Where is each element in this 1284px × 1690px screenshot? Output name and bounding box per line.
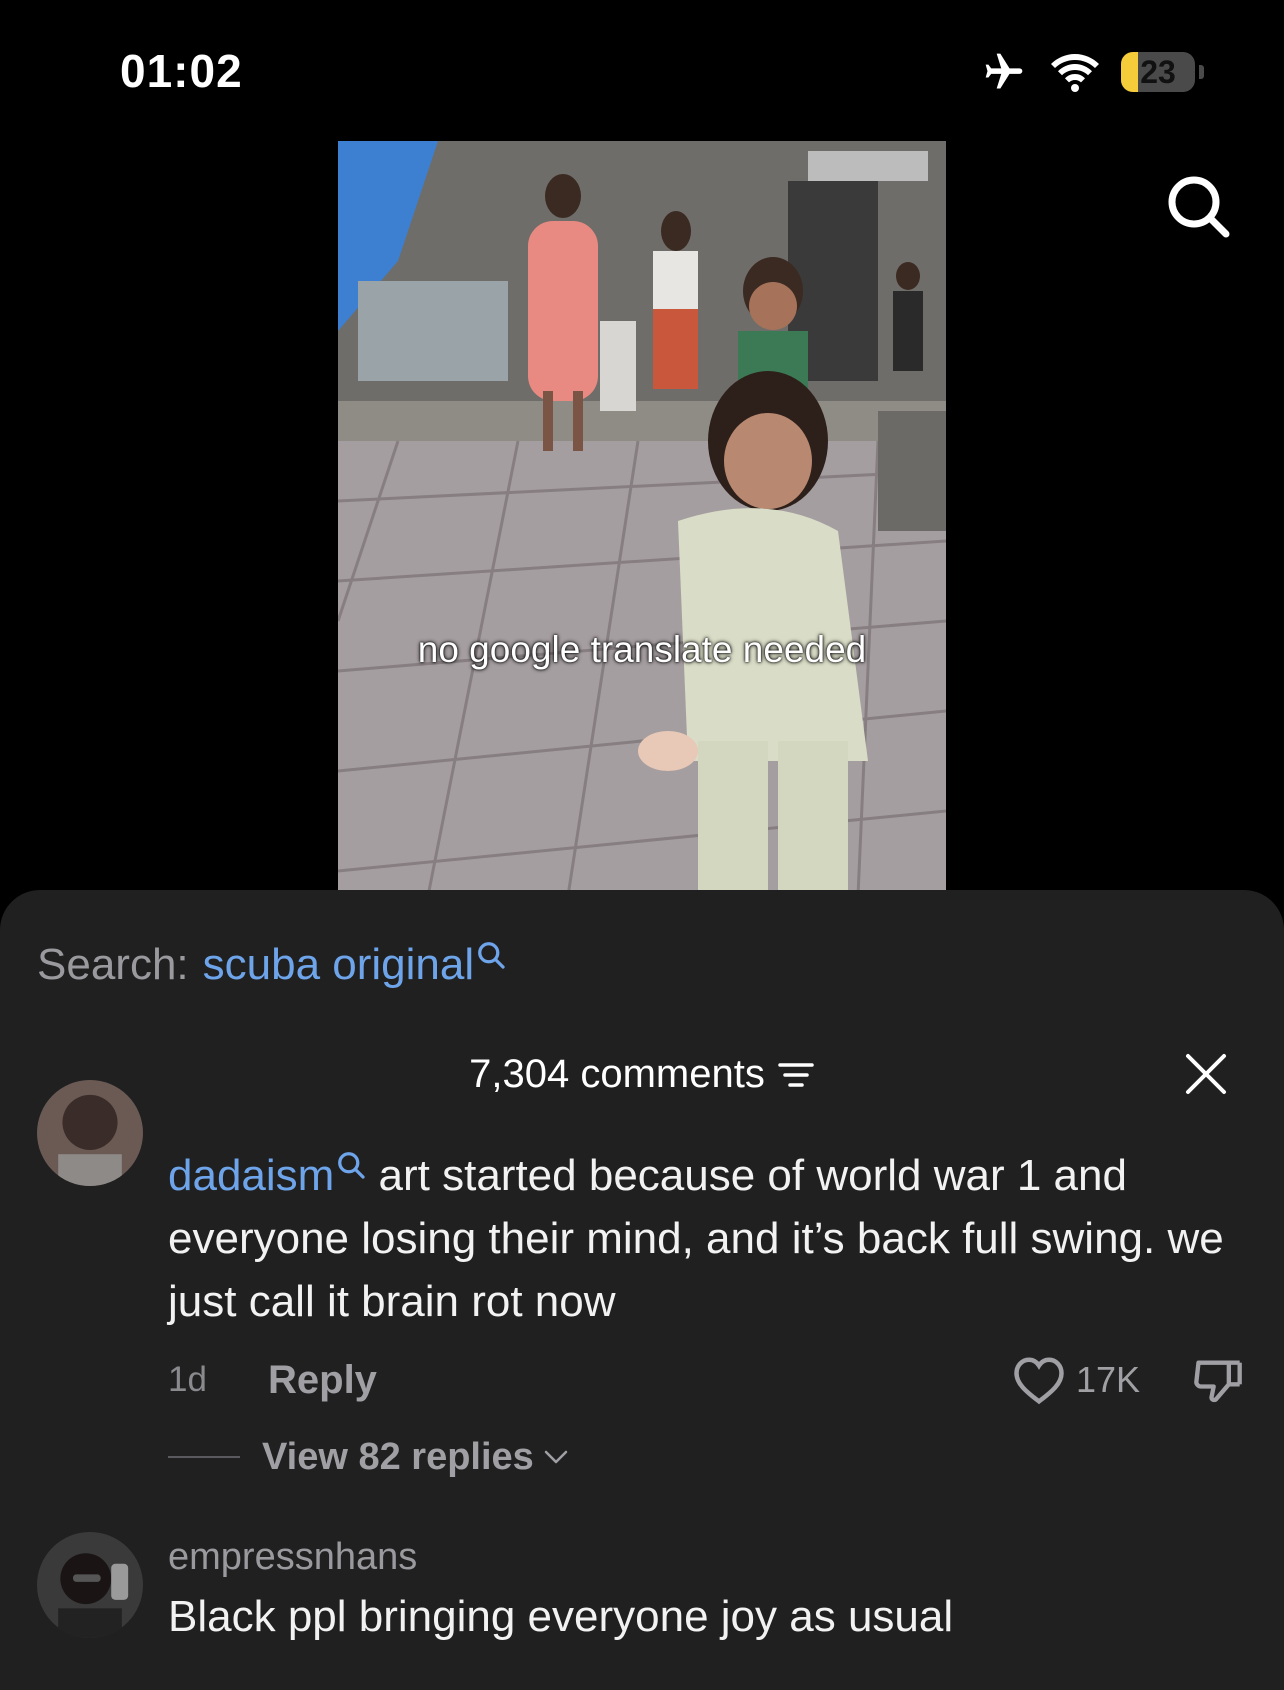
comment-username[interactable]: empressnhans	[168, 1536, 1254, 1579]
comment-text-block: dadaism art started because of world war…	[168, 1144, 1254, 1333]
comments-sheet: Search: scuba original 7,304 comments da…	[0, 890, 1284, 1690]
wifi-icon	[1051, 54, 1099, 92]
filter-icon[interactable]	[777, 1059, 815, 1091]
avatar[interactable]	[37, 1080, 143, 1186]
video-caption: no google translate needed	[417, 629, 867, 670]
avatar-image	[37, 1532, 143, 1638]
status-icons: 23	[979, 50, 1204, 94]
battery-level: 23	[1140, 53, 1176, 90]
search-query-link[interactable]: scuba original	[203, 940, 475, 990]
search-icon[interactable]	[1164, 172, 1232, 240]
like-count: 17K	[1076, 1359, 1141, 1400]
heart-icon[interactable]	[1012, 1355, 1066, 1405]
comment-username: dadaism	[168, 1151, 335, 1200]
airplane-icon	[985, 53, 1023, 89]
video-frame	[338, 141, 946, 896]
close-icon[interactable]	[1184, 1052, 1228, 1096]
battery-icon: 23	[1121, 52, 1195, 92]
comment-reactions: 17K	[1012, 1354, 1244, 1406]
search-label: Search:	[37, 940, 189, 989]
view-replies-button[interactable]: View 82 replies	[168, 1432, 570, 1482]
comment-username-link[interactable]: dadaism	[168, 1151, 366, 1200]
comment-time: 1d	[168, 1360, 207, 1399]
comment-text: Black ppl bringing everyone joy as usual	[168, 1592, 954, 1641]
status-time: 01:02	[120, 45, 243, 97]
comment-actions: 1d Reply 17K	[168, 1352, 1244, 1408]
avatar-image	[37, 1080, 143, 1186]
search-suggestion[interactable]: Search: scuba original	[37, 940, 506, 990]
reply-button[interactable]: Reply	[268, 1358, 377, 1403]
divider	[168, 1456, 240, 1458]
search-icon	[478, 942, 505, 969]
view-replies-label: View 82 replies	[262, 1435, 534, 1478]
search-icon	[338, 1152, 365, 1179]
comment-body: empressnhans Black ppl bringing everyone…	[168, 1536, 1254, 1648]
comments-header: 7,304 comments	[0, 1052, 1284, 1097]
chevron-down-icon	[544, 1450, 568, 1464]
thumbs-down-icon[interactable]	[1192, 1354, 1244, 1406]
comment-body: dadaism art started because of world war…	[168, 1144, 1254, 1333]
battery-nub	[1199, 65, 1204, 79]
video-player[interactable]: no google translate needed	[338, 141, 946, 896]
comment-count: 7,304 comments	[469, 1052, 765, 1096]
avatar[interactable]	[37, 1532, 143, 1638]
